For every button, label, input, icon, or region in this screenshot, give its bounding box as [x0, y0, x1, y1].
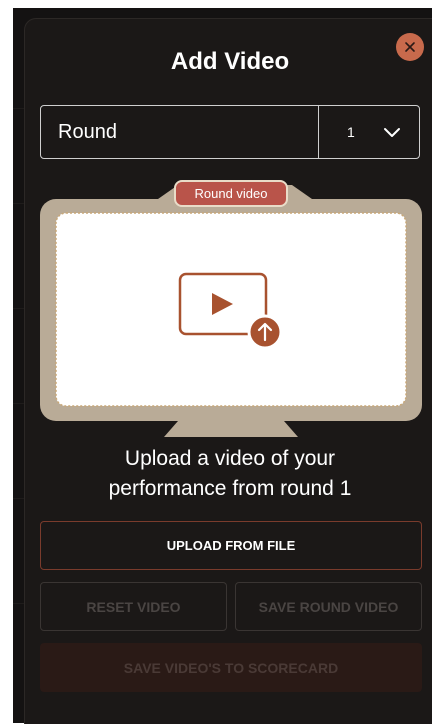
upload-instructions-line1: Upload a video of your	[124, 447, 336, 470]
round-video-tag: Round video	[174, 180, 288, 207]
round-select-label: Round	[58, 120, 117, 143]
video-drop-zone[interactable]	[55, 212, 407, 407]
upload-from-file-button[interactable]: UPLOAD FROM FILE	[40, 521, 422, 570]
modal-title: Add Video	[170, 48, 290, 75]
chevron-down-icon	[384, 128, 400, 137]
round-select[interactable]: Round 1	[40, 105, 420, 159]
video-preview-monitor	[40, 185, 422, 437]
upload-instructions-line2: performance from round 1	[108, 477, 352, 500]
save-round-video-button[interactable]: SAVE ROUND VIDEO	[235, 582, 422, 631]
monitor-stand	[164, 421, 298, 437]
save-videos-to-scorecard-button[interactable]: SAVE VIDEO'S TO SCORECARD	[40, 643, 422, 692]
reset-video-button[interactable]: RESET VIDEO	[40, 582, 227, 631]
upload-instructions: Upload a video of your performance from …	[24, 444, 432, 504]
round-select-value-box[interactable]: 1	[319, 124, 419, 140]
round-select-value: 1	[347, 124, 355, 140]
